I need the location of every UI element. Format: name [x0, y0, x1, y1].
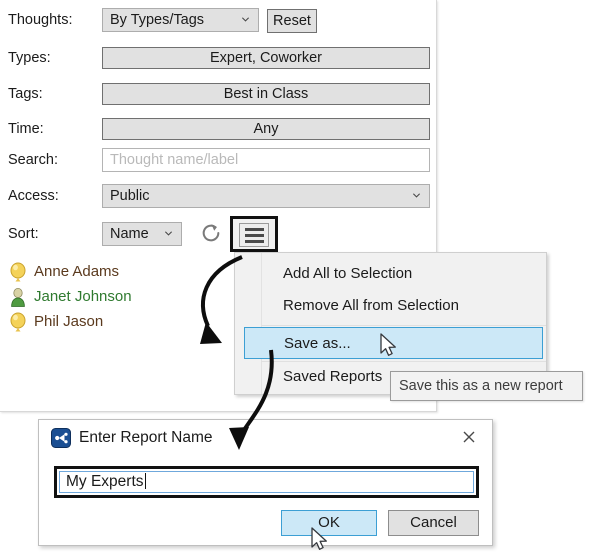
filter-row-access: Access: Public: [0, 182, 437, 210]
access-dropdown-value: Public: [110, 188, 150, 204]
menu-item-add-all-to-selection[interactable]: Add All to Selection: [261, 258, 546, 290]
sort-dropdown-value: Name: [110, 226, 149, 242]
search-label: Search:: [8, 152, 58, 168]
filter-row-thoughts: Thoughts: By Types/Tags Reset: [0, 6, 437, 34]
sort-label: Sort:: [8, 226, 39, 242]
refresh-icon[interactable]: [200, 222, 222, 244]
types-button[interactable]: Expert, Coworker: [102, 47, 430, 69]
thoughts-label: Thoughts:: [8, 12, 73, 28]
report-name-field-focus-ring: My Experts: [54, 466, 479, 498]
list-item[interactable]: Phil Jason: [8, 309, 228, 334]
list-item-label: Anne Adams: [34, 262, 120, 280]
text-caret: [144, 473, 146, 489]
thought-results-list: Anne Adams Janet Johnson Phil Jason: [8, 259, 228, 334]
access-dropdown[interactable]: Public: [102, 184, 430, 208]
menu-item-save-as[interactable]: Save as...: [244, 327, 543, 359]
filter-row-tags: Tags: Best in Class: [0, 80, 437, 108]
report-name-value: My Experts: [66, 473, 144, 490]
reset-button[interactable]: Reset: [267, 9, 317, 33]
thought-balloon-icon: [10, 312, 26, 331]
hamburger-menu-icon: [239, 223, 269, 247]
filter-row-types: Types: Expert, Coworker: [0, 44, 437, 72]
tooltip-save-new-report: Save this as a new report: [390, 371, 583, 401]
close-icon[interactable]: [456, 425, 482, 449]
access-label: Access:: [8, 188, 59, 204]
thought-balloon-icon: [10, 262, 26, 281]
dialog-titlebar: Enter Report Name: [39, 420, 492, 456]
enter-report-name-dialog: Enter Report Name My Experts OK Cancel: [38, 419, 493, 546]
menu-divider: [261, 325, 546, 326]
tags-label: Tags:: [8, 86, 43, 102]
menu-gutter: [235, 253, 262, 394]
report-menu-button[interactable]: [230, 216, 278, 252]
filter-row-search: Search: Thought name/label: [0, 146, 437, 174]
thoughts-dropdown-value: By Types/Tags: [110, 12, 205, 28]
menu-item-remove-all-from-selection[interactable]: Remove All from Selection: [261, 290, 546, 322]
list-item[interactable]: Anne Adams: [8, 259, 228, 284]
person-icon: [11, 287, 25, 307]
time-button[interactable]: Any: [102, 118, 430, 140]
list-item-label: Phil Jason: [34, 312, 104, 330]
chevron-down-icon: [412, 193, 421, 198]
search-input[interactable]: Thought name/label: [102, 148, 430, 172]
time-label: Time:: [8, 121, 44, 137]
types-label: Types:: [8, 50, 51, 66]
dialog-title: Enter Report Name: [79, 429, 213, 446]
chevron-down-icon: [241, 17, 250, 22]
chevron-down-icon: [164, 231, 173, 236]
cancel-button[interactable]: Cancel: [388, 510, 479, 536]
list-item-label: Janet Johnson: [34, 287, 132, 305]
tags-button[interactable]: Best in Class: [102, 83, 430, 105]
filter-row-time: Time: Any: [0, 115, 437, 143]
thoughts-dropdown[interactable]: By Types/Tags: [102, 8, 259, 32]
brain-app-icon: [51, 428, 71, 448]
ok-button[interactable]: OK: [281, 510, 377, 536]
list-item[interactable]: Janet Johnson: [8, 284, 228, 309]
sort-dropdown[interactable]: Name: [102, 222, 182, 246]
report-name-input[interactable]: My Experts: [59, 471, 474, 493]
